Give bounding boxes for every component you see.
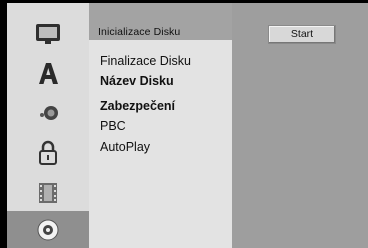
rail-item-recording[interactable] <box>7 173 89 213</box>
menu-item-disc-name[interactable]: Název Disku <box>100 74 174 88</box>
rail-item-display[interactable] <box>7 13 89 53</box>
menu-item-pbc[interactable]: PBC <box>100 119 126 133</box>
display-icon <box>36 24 60 44</box>
menu-item-finalize[interactable]: Finalizace Disku <box>100 54 191 68</box>
start-button[interactable]: Start <box>268 25 336 44</box>
menu-item-selected[interactable]: Inicializace Disku <box>89 3 232 40</box>
lock-icon <box>39 140 57 165</box>
menu-item-autoplay[interactable]: AutoPlay <box>100 140 150 154</box>
menu-item-protection[interactable]: Zabezpečení <box>100 99 175 113</box>
rail-item-language[interactable] <box>7 53 89 93</box>
speaker-icon <box>40 106 58 120</box>
rail-item-disc[interactable] <box>7 211 89 248</box>
menu-header-label: Inicializace Disku <box>98 26 181 38</box>
disc-setup-screen: Inicializace Disku Finalizace Disku Náze… <box>0 0 368 248</box>
rail-item-lock[interactable] <box>7 133 89 173</box>
disc-menu: Inicializace Disku Finalizace Disku Náze… <box>89 3 232 248</box>
option-panel: Start <box>232 3 368 248</box>
text-a-icon <box>39 63 58 84</box>
disc-icon <box>37 219 59 240</box>
category-rail <box>7 3 89 248</box>
rail-item-audio[interactable] <box>7 93 89 133</box>
film-icon <box>39 183 57 203</box>
